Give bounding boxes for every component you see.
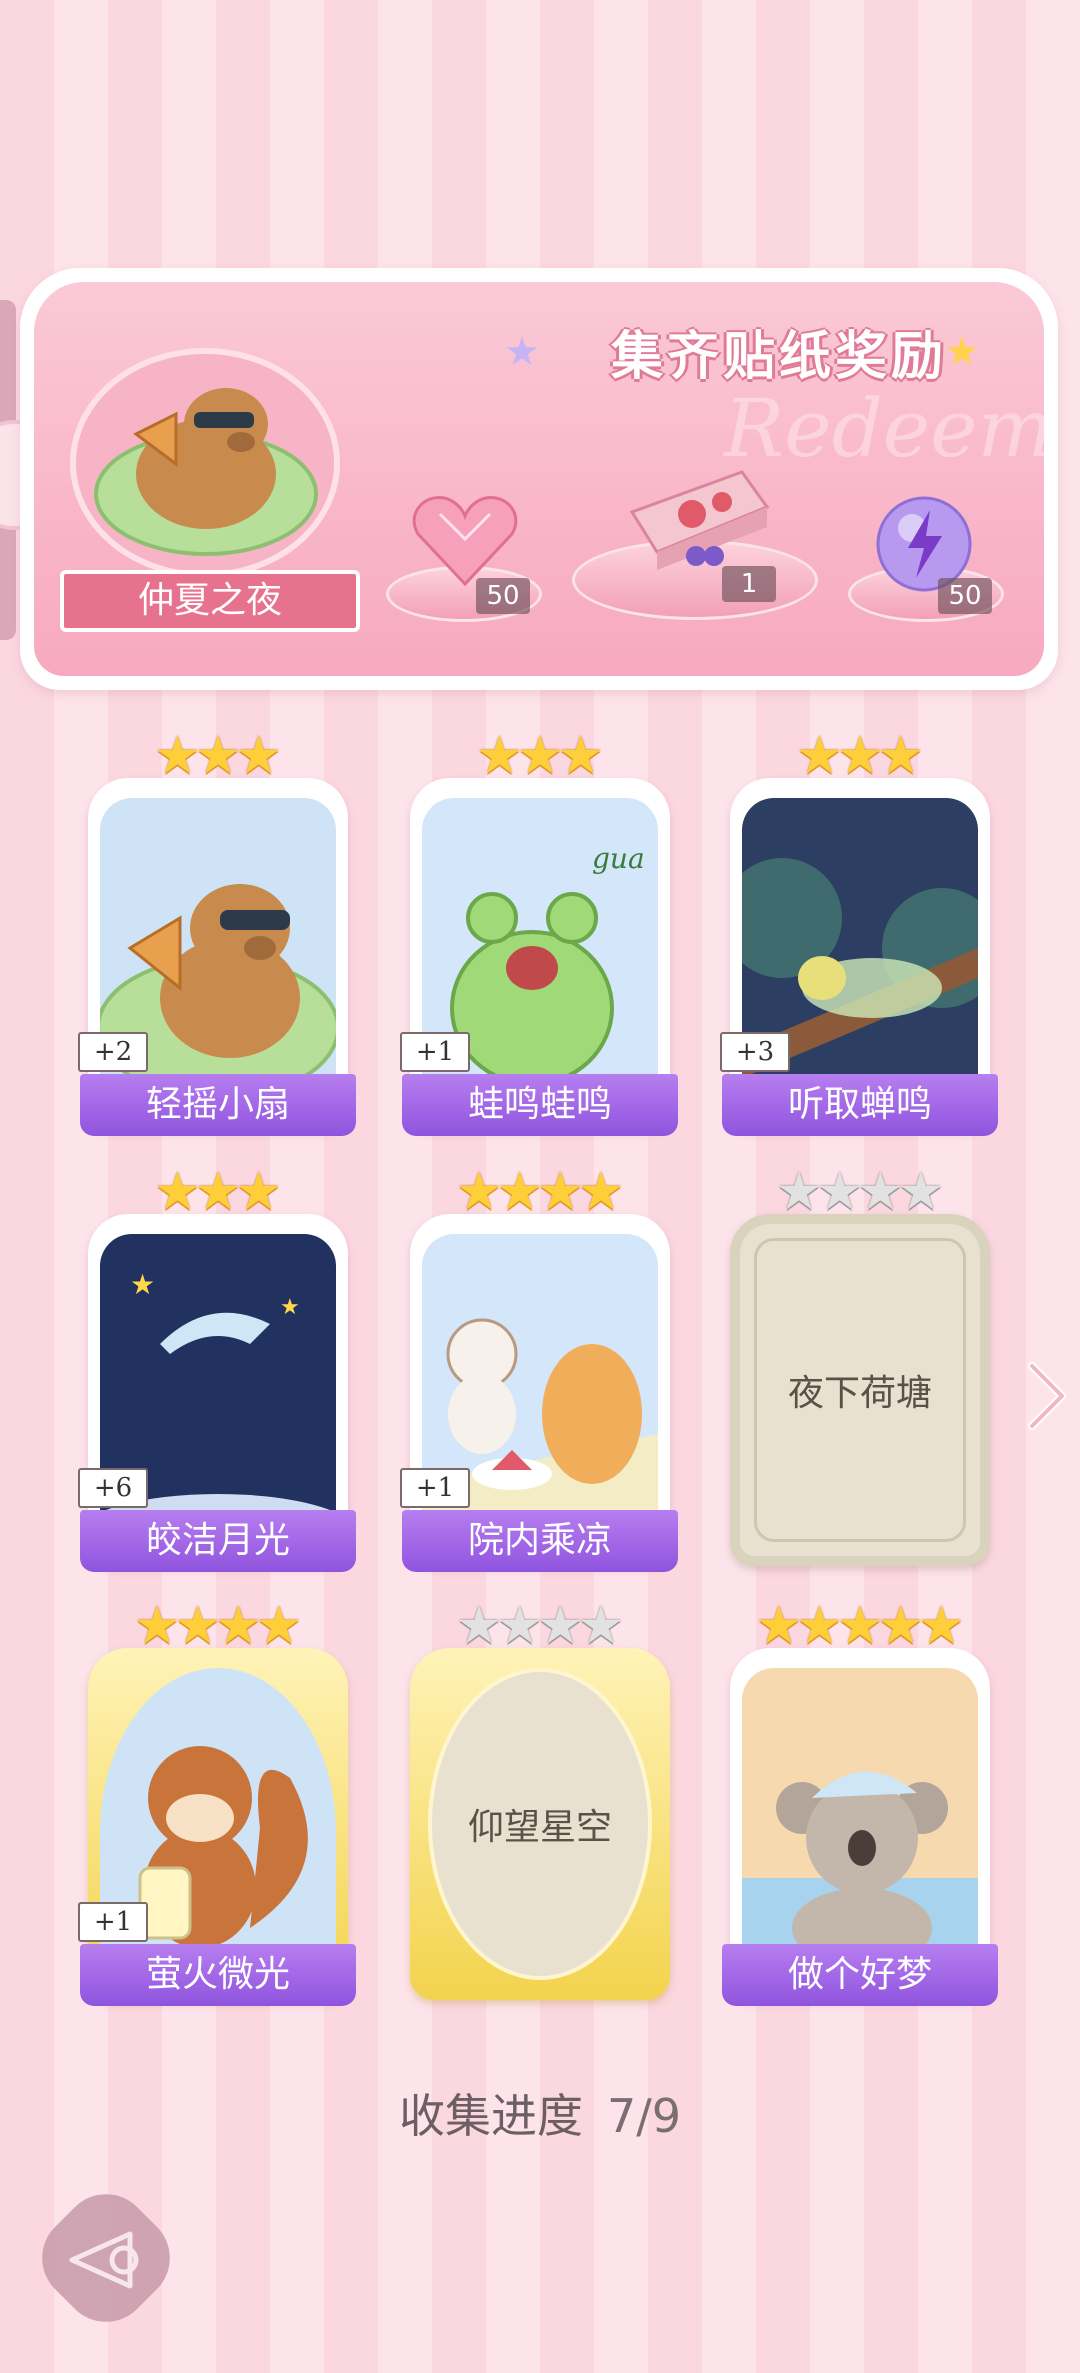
banner-watermark: Redeem xyxy=(724,382,1044,475)
sticker-name: 轻摇小扇 xyxy=(80,1074,356,1136)
star-icon: ★ xyxy=(877,726,924,786)
sticker-card[interactable]: ★★★ +3 听取蝉鸣 xyxy=(720,730,998,1136)
sticker-name: 院内乘凉 xyxy=(402,1510,678,1572)
star-icon: ★ xyxy=(877,1596,924,1656)
star-empty-icon: ★ xyxy=(455,1596,503,1656)
sticker-name: 听取蝉鸣 xyxy=(722,1074,998,1136)
banner-title: 集齐贴纸奖励 xyxy=(610,327,947,387)
gift-box-icon[interactable] xyxy=(622,452,772,576)
bonus-badge: +3 xyxy=(720,1032,790,1072)
bonus-badge: +1 xyxy=(400,1468,470,1508)
star-icon: ★ xyxy=(154,1162,201,1222)
sticker-card[interactable]: ★★★★ +1 院内乘凉 xyxy=(400,1166,678,1572)
star-icon: ★ xyxy=(194,726,242,786)
sticker-card-locked[interactable]: ★★★★ 夜下荷塘 xyxy=(730,1166,990,1566)
sticker-card[interactable]: ★★★ +2 轻摇小扇 xyxy=(78,730,356,1136)
progress-label: 收集进度 xyxy=(398,2089,583,2143)
star-icon: ★ xyxy=(537,1162,584,1222)
sticker-name: 夜下荷塘 xyxy=(787,1373,932,1414)
bonus-badge: +2 xyxy=(78,1032,148,1072)
back-arrow-icon[interactable] xyxy=(58,2220,154,2300)
collection-name-ribbon: 仲夏之夜 xyxy=(60,570,360,632)
sticker-card[interactable]: ★★★ ★ ★ +6 皎洁月光 xyxy=(78,1166,356,1572)
sticker-name: 仰望星空 xyxy=(467,1807,612,1848)
star-icon: ★ xyxy=(755,1596,803,1656)
star-icon: ★ xyxy=(496,1162,543,1222)
star-icon: ★ xyxy=(235,726,282,786)
star-icon: ★ xyxy=(235,1162,282,1222)
reward-count: 50 xyxy=(938,578,992,614)
star-icon: ★ xyxy=(174,1596,221,1656)
star-icon: ★ xyxy=(255,1596,303,1656)
svg-text:★: ★ xyxy=(130,1268,155,1301)
reward-count: 50 xyxy=(476,578,530,614)
star-icon: ★ xyxy=(215,1596,262,1656)
locked-card-frame: 夜下荷塘 xyxy=(730,1214,990,1566)
sticker-name: 皎洁月光 xyxy=(80,1510,356,1572)
star-icon: ★ xyxy=(836,726,884,786)
star-empty-icon: ★ xyxy=(775,1162,823,1222)
star-empty-icon: ★ xyxy=(577,1596,625,1656)
purple-star-icon: ★ xyxy=(504,329,540,375)
sticker-card[interactable]: ★★★★★ 做个好梦 xyxy=(722,1600,998,2006)
star-empty-icon: ★ xyxy=(897,1162,945,1222)
frog-art-text: gua xyxy=(592,842,645,875)
sticker-card[interactable]: ★★★ gua +1 蛙鸣蛙鸣 xyxy=(400,730,678,1136)
star-icon: ★ xyxy=(516,726,564,786)
star-icon: ★ xyxy=(796,726,843,786)
star-icon: ★ xyxy=(557,726,604,786)
star-empty-icon: ★ xyxy=(816,1162,863,1222)
svg-text:★: ★ xyxy=(280,1295,300,1320)
bonus-badge: +1 xyxy=(78,1902,148,1942)
star-icon: ★ xyxy=(455,1162,503,1222)
star-icon: ★ xyxy=(836,1596,884,1656)
capybara-avatar-icon xyxy=(94,388,318,556)
sticker-name: 蛙鸣蛙鸣 xyxy=(402,1074,678,1136)
star-icon: ★ xyxy=(133,1596,181,1656)
star-icon: ★ xyxy=(476,726,523,786)
star-icon: ★ xyxy=(917,1596,965,1656)
collection-avatar xyxy=(70,348,340,578)
sticker-name: 做个好梦 xyxy=(722,1944,998,2006)
sticker-name: 萤火微光 xyxy=(80,1944,356,2006)
next-page-arrow-icon[interactable] xyxy=(1016,1356,1076,1436)
star-empty-icon: ★ xyxy=(496,1596,543,1656)
sticker-card[interactable]: ★★★★ +1 萤火微光 xyxy=(78,1600,356,2006)
progress-value: 7/9 xyxy=(606,2089,682,2143)
star-empty-icon: ★ xyxy=(537,1596,584,1656)
reward-count: 1 xyxy=(722,566,776,602)
star-icon: ★ xyxy=(577,1162,625,1222)
bonus-badge: +6 xyxy=(78,1468,148,1508)
gold-card-frame: 仰望星空 xyxy=(410,1648,670,2000)
star-empty-icon: ★ xyxy=(857,1162,904,1222)
sticker-card-locked[interactable]: ★★★★ 仰望星空 xyxy=(410,1600,670,2000)
star-icon: ★ xyxy=(194,1162,242,1222)
star-icon: ★ xyxy=(154,726,201,786)
bonus-badge: +1 xyxy=(400,1032,470,1072)
collection-progress: 收集进度 7/9 xyxy=(0,2080,1080,2146)
star-icon: ★ xyxy=(796,1596,843,1656)
